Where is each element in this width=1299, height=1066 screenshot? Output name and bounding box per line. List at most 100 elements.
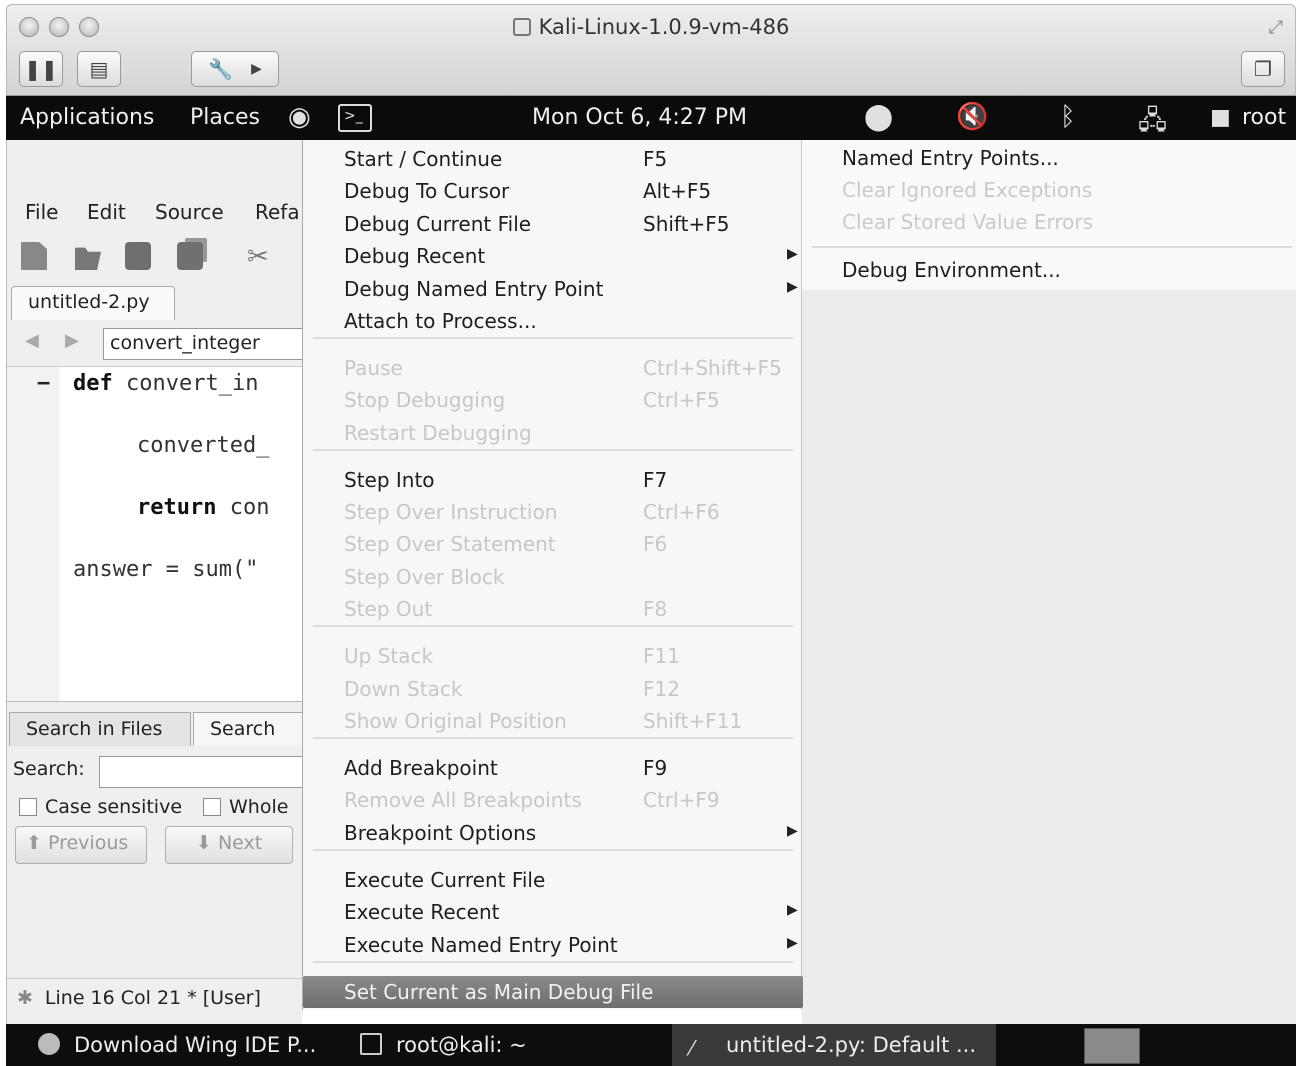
chat-icon[interactable]: ■	[1210, 105, 1231, 130]
previous-button[interactable]: ⬆ Previous	[15, 826, 147, 864]
menu-separator	[313, 737, 793, 739]
menu-item-label: Restart Debugging	[344, 421, 532, 445]
save-icon[interactable]	[125, 242, 151, 270]
tab-search[interactable]: Search	[193, 712, 303, 746]
debug-menu-item-remove-all-breakpoints[interactable]: Remove All Breakpoints Ctrl+F9	[303, 784, 803, 816]
applications-menu[interactable]: Applications	[20, 105, 154, 130]
task-download-wing[interactable]: Download Wing IDE P...	[38, 1024, 358, 1066]
code-line: answer = sum("	[73, 557, 259, 582]
menu-item-label: Start / Continue	[344, 147, 503, 171]
browser-icon	[38, 1033, 60, 1055]
user-menu[interactable]: root	[1242, 105, 1286, 130]
ide-status-bar: ✱ Line 16 Col 21 * [User]	[7, 978, 303, 1022]
pause-icon: ❚❚	[24, 57, 58, 81]
vm-window-title-text: Kali-Linux-1.0.9-vm-486	[538, 15, 790, 39]
debug-menu-item-debug-recent[interactable]: Debug Recent ▶	[303, 240, 803, 272]
menu-item-label: Step Into	[344, 468, 435, 492]
menu-separator	[313, 449, 793, 451]
menu-item-label: Debug To Cursor	[344, 179, 510, 203]
debug-menu-item-execute-recent[interactable]: Execute Recent ▶	[303, 896, 803, 928]
pause-vm-button[interactable]: ❚❚	[19, 51, 63, 87]
debug-menu-item-attach-to-process[interactable]: Attach to Process...	[303, 305, 803, 337]
snapshot-button[interactable]: ▤	[77, 51, 121, 87]
debug-menu-item-execute-current-file[interactable]: Execute Current File	[303, 864, 803, 896]
menu-separator	[313, 337, 793, 339]
back-arrow-icon[interactable]: ◀	[25, 330, 39, 351]
browser-icon[interactable]: ◉	[288, 102, 311, 132]
debug-menu-item-debug-named-entry-point[interactable]: Debug Named Entry Point ▶	[303, 273, 803, 305]
code-line: converted_	[137, 433, 270, 458]
debug-menu-item-step-into[interactable]: Step Into F7	[303, 464, 803, 496]
debug-menu-item-stop-debugging[interactable]: Stop Debugging Ctrl+F5	[303, 384, 803, 416]
submenu-separator	[812, 246, 1292, 248]
window-restore-button[interactable]: ❐	[1241, 51, 1285, 87]
clear-ignored-exceptions-item[interactable]: Clear Ignored Exceptions	[842, 178, 1092, 202]
menu-item-label: Debug Recent	[344, 244, 486, 268]
workspace-switcher[interactable]	[1084, 1028, 1140, 1064]
debug-menu-item-restart-debugging[interactable]: Restart Debugging	[303, 417, 803, 449]
panel-clock[interactable]: Mon Oct 6, 4:27 PM	[532, 105, 747, 130]
search-row: Search:	[7, 754, 303, 790]
debug-menu-item-set-current-as-main-debug-file[interactable]: Set Current as Main Debug File	[303, 976, 803, 1008]
cut-icon[interactable]: ✂	[247, 242, 273, 272]
menu-item-shortcut: Ctrl+Shift+F5	[643, 356, 782, 380]
named-entry-points-item[interactable]: Named Entry Points...	[842, 146, 1059, 170]
open-folder-icon[interactable]	[75, 247, 101, 270]
debug-menu-item-debug-current-file[interactable]: Debug Current File Shift+F5	[303, 208, 803, 240]
debug-menu-item-execute-named-entry-point[interactable]: Execute Named Entry Point ▶	[303, 929, 803, 961]
menu-item-label: Execute Named Entry Point	[344, 933, 618, 957]
search-input[interactable]	[99, 756, 303, 788]
vm-settings-button[interactable]: 🔧 ▶	[191, 51, 279, 87]
menu-item-shortcut: F5	[643, 147, 668, 171]
fold-toggle-icon[interactable]: −	[37, 371, 50, 396]
menu-item-label: Debug Current File	[344, 212, 532, 236]
debug-menu-item-down-stack[interactable]: Down Stack F12	[303, 673, 803, 705]
debug-menu-item-step-over-block[interactable]: Step Over Block	[303, 561, 803, 593]
menu-item-shortcut: F8	[643, 597, 668, 621]
debug-menu-item-start-continue[interactable]: Start / Continue F5	[303, 143, 803, 175]
function-select[interactable]: convert_integer ⬍	[103, 328, 318, 360]
debug-menu-item-step-over-statement[interactable]: Step Over Statement F6	[303, 528, 803, 560]
menu-file[interactable]: File	[25, 200, 58, 224]
fullscreen-icon[interactable]: ⤢	[1269, 17, 1283, 38]
menu-item-shortcut: Alt+F5	[643, 179, 712, 203]
editor-gutter	[7, 367, 59, 701]
debug-menu-item-add-breakpoint[interactable]: Add Breakpoint F9	[303, 752, 803, 784]
play-arrow-icon: ▶	[251, 61, 262, 77]
gnome-top-panel: Applications Places ◉ >_ Mon Oct 6, 4:27…	[6, 96, 1296, 140]
bluetooth-icon[interactable]: ᛒ	[1060, 102, 1076, 132]
task-wing-ide[interactable]: ⁄ untitled-2.py: Default ...	[672, 1024, 996, 1066]
feather-icon: ⁄	[690, 1036, 694, 1060]
code-editor[interactable]: − def convert_in converted_ return con a…	[7, 366, 303, 702]
debug-menu-item-step-over-instruction[interactable]: Step Over Instruction Ctrl+F6	[303, 496, 803, 528]
new-file-icon[interactable]	[21, 242, 47, 270]
debug-menu-item-breakpoint-options[interactable]: Breakpoint Options ▶	[303, 817, 803, 849]
submenu-arrow-icon: ▶	[787, 279, 798, 295]
menu-refactor[interactable]: Refa	[255, 200, 300, 224]
debug-menu: Start / Continue F5 Debug To Cursor Alt+F5 D…	[302, 140, 803, 1010]
menu-item-label: Debug Named Entry Point	[344, 277, 604, 301]
debug-menu-item-pause[interactable]: Pause Ctrl+Shift+F5	[303, 352, 803, 384]
menu-edit[interactable]: Edit	[87, 200, 126, 224]
case-sensitive-checkbox[interactable]: Case sensitive	[19, 796, 182, 818]
save-all-icon[interactable]	[177, 242, 203, 270]
next-button[interactable]: ⬇ Next	[165, 826, 293, 864]
task-terminal[interactable]: root@kali: ~	[360, 1024, 670, 1066]
debug-environment-item[interactable]: Debug Environment...	[842, 258, 1061, 282]
forward-arrow-icon[interactable]: ▶	[65, 330, 79, 351]
debug-menu-item-step-out[interactable]: Step Out F8	[303, 593, 803, 625]
menu-item-label: Execute Current File	[344, 868, 546, 892]
clear-stored-value-errors-item[interactable]: Clear Stored Value Errors	[842, 210, 1093, 234]
tab-search-in-files[interactable]: Search in Files	[9, 712, 191, 746]
menu-source[interactable]: Source	[155, 200, 224, 224]
submenu-arrow-icon: ▶	[787, 902, 798, 918]
terminal-icon[interactable]: >_	[338, 104, 372, 132]
editor-tab-untitled-2[interactable]: untitled-2.py	[11, 286, 175, 320]
debug-menu-item-show-original-position[interactable]: Show Original Position Shift+F11	[303, 705, 803, 737]
places-menu[interactable]: Places	[190, 105, 260, 130]
debug-menu-item-up-stack[interactable]: Up Stack F11	[303, 640, 803, 672]
debug-menu-item-debug-to-cursor[interactable]: Debug To Cursor Alt+F5	[303, 175, 803, 207]
volume-muted-icon[interactable]: 🔇	[956, 102, 988, 132]
update-icon[interactable]: ⬤	[864, 102, 893, 132]
whole-word-checkbox[interactable]: Whole	[203, 796, 288, 818]
